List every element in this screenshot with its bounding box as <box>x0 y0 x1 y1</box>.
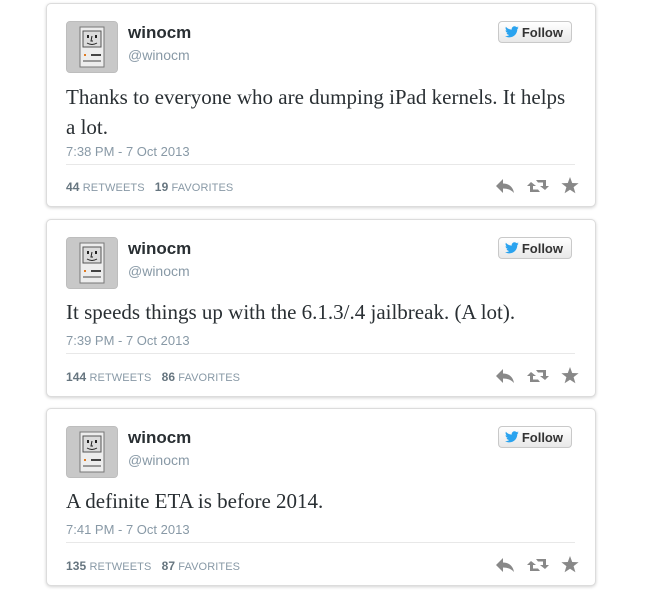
display-name[interactable]: winocm <box>128 428 191 448</box>
reply-icon[interactable] <box>495 557 515 573</box>
favorite-count[interactable]: 19 <box>155 180 169 194</box>
follow-button[interactable]: Follow <box>497 426 572 448</box>
retweets-label[interactable]: RETWEETS <box>83 182 145 194</box>
twitter-bird-icon <box>504 242 519 254</box>
avatar[interactable] <box>66 237 118 289</box>
user-handle[interactable]: @winocm <box>128 47 190 63</box>
tweet-text: Thanks to everyone who are dumping iPad … <box>66 85 566 139</box>
tweet-stats: 144 RETWEETS 86 FAVORITES <box>66 370 240 384</box>
star-icon[interactable] <box>561 367 579 384</box>
tweet-actions <box>495 177 579 194</box>
tweet-timestamp[interactable]: 7:38 PM - 7 Oct 2013 <box>66 144 190 159</box>
twitter-bird-icon <box>504 431 519 443</box>
classic-mac-face-icon <box>67 238 117 288</box>
follow-button[interactable]: Follow <box>497 237 572 259</box>
follow-label: Follow <box>521 24 563 40</box>
tweet-card: winocm @winocm Follow It speeds things u… <box>46 219 596 397</box>
reply-icon[interactable] <box>495 368 515 384</box>
display-name[interactable]: winocm <box>128 23 191 43</box>
star-icon[interactable] <box>561 177 579 194</box>
retweet-icon[interactable] <box>527 178 549 194</box>
tweet-stats: 135 RETWEETS 87 FAVORITES <box>66 559 240 573</box>
retweet-count[interactable]: 135 <box>66 559 86 573</box>
follow-label: Follow <box>521 240 563 256</box>
tweet-text: It speeds things up with the 6.1.3/.4 ja… <box>66 300 516 324</box>
reply-icon[interactable] <box>495 178 515 194</box>
follow-label: Follow <box>521 429 563 445</box>
tweet-timestamp[interactable]: 7:39 PM - 7 Oct 2013 <box>66 333 190 348</box>
favorites-label[interactable]: FAVORITES <box>178 372 240 384</box>
tweet-text: A definite ETA is before 2014. <box>66 489 324 513</box>
tweet-card: winocm @winocm Follow A definite ETA is … <box>46 408 596 586</box>
twitter-bird-icon <box>504 26 519 38</box>
favorite-count[interactable]: 87 <box>162 559 176 573</box>
avatar[interactable] <box>66 426 118 478</box>
divider <box>66 353 575 354</box>
retweet-icon[interactable] <box>527 368 549 384</box>
follow-button[interactable]: Follow <box>497 21 572 43</box>
avatar[interactable] <box>66 21 118 73</box>
retweets-label[interactable]: RETWEETS <box>89 372 151 384</box>
retweets-label[interactable]: RETWEETS <box>89 561 151 573</box>
retweet-count[interactable]: 144 <box>66 370 86 384</box>
tweet-actions <box>495 556 579 573</box>
classic-mac-face-icon <box>67 22 117 72</box>
favorite-count[interactable]: 86 <box>162 370 176 384</box>
star-icon[interactable] <box>561 556 579 573</box>
retweet-icon[interactable] <box>527 557 549 573</box>
classic-mac-face-icon <box>67 427 117 477</box>
user-handle[interactable]: @winocm <box>128 452 190 468</box>
tweet-actions <box>495 367 579 384</box>
user-handle[interactable]: @winocm <box>128 263 190 279</box>
divider <box>66 164 575 165</box>
tweet-stats: 44 RETWEETS 19 FAVORITES <box>66 180 233 194</box>
retweet-count[interactable]: 44 <box>66 180 80 194</box>
tweet-card: winocm @winocm Follow Thanks to everyone… <box>46 3 596 207</box>
tweet-timestamp[interactable]: 7:41 PM - 7 Oct 2013 <box>66 522 190 537</box>
favorites-label[interactable]: FAVORITES <box>172 182 234 194</box>
favorites-label[interactable]: FAVORITES <box>178 561 240 573</box>
divider <box>66 542 575 543</box>
display-name[interactable]: winocm <box>128 239 191 259</box>
